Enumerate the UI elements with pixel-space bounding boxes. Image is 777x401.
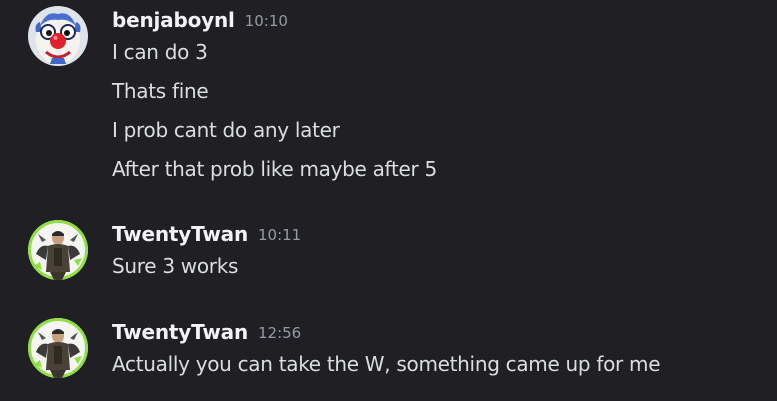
message-text: I prob cant do any later — [112, 118, 340, 142]
message-text: After that prob like maybe after 5 — [112, 157, 437, 181]
user-avatar[interactable] — [28, 6, 88, 66]
person-avatar-icon — [28, 220, 88, 280]
username[interactable]: TwentyTwan — [112, 222, 248, 246]
message-header: TwentyTwan 12:56 — [112, 320, 301, 344]
user-avatar[interactable] — [28, 220, 88, 280]
person-avatar-icon — [28, 318, 88, 378]
message-text: Actually you can take the W, something c… — [112, 352, 661, 376]
username[interactable]: benjaboynl — [112, 8, 235, 32]
timestamp[interactable]: 10:10 — [245, 12, 288, 30]
message-header: TwentyTwan 10:11 — [112, 222, 301, 246]
message-header: benjaboynl 10:10 — [112, 8, 288, 32]
timestamp[interactable]: 10:11 — [258, 226, 301, 244]
message-text: Sure 3 works — [112, 254, 239, 278]
chat-message-list: benjaboynl 10:10 I can do 3 Thats fine I … — [0, 0, 777, 401]
user-avatar[interactable] — [28, 318, 88, 378]
clown-avatar-icon — [28, 6, 88, 66]
message-text: Thats fine — [112, 79, 209, 103]
message-text: I can do 3 — [112, 40, 208, 64]
username[interactable]: TwentyTwan — [112, 320, 248, 344]
timestamp[interactable]: 12:56 — [258, 324, 301, 342]
